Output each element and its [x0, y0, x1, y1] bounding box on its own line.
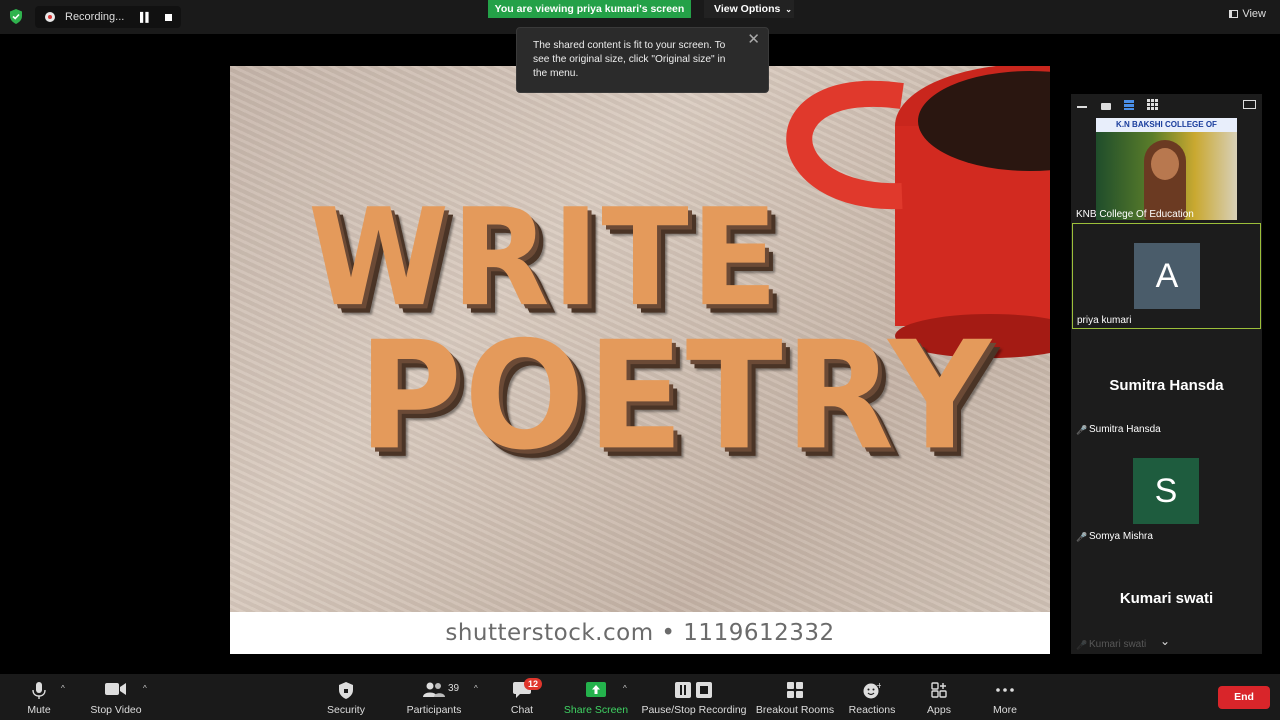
security-button[interactable]: Security: [322, 674, 370, 720]
breakout-rooms-button[interactable]: Breakout Rooms: [754, 674, 836, 720]
view-label: View: [1242, 8, 1266, 20]
chevron-down-icon: ⌄: [785, 5, 792, 14]
view-options-label: View Options: [714, 3, 781, 15]
pause-stop-recording-button[interactable]: Pause/Stop Recording: [640, 674, 748, 720]
share-options-caret-icon[interactable]: ^: [623, 684, 627, 693]
view-layout-icon: [1229, 10, 1239, 18]
pause-stop-recording-label: Pause/Stop Recording: [641, 704, 747, 716]
video-banner-text: K.N BAKSHI COLLEGE OF EDUCATION: [1096, 118, 1237, 143]
stop-video-label: Stop Video: [90, 704, 142, 716]
participant-display-name: Sumitra Hansda: [1109, 377, 1224, 394]
stop-video-button[interactable]: Stop Video: [86, 674, 146, 720]
meeting-toolbar: Mute ^ Stop Video ^ Security 39 Particip…: [0, 674, 1280, 720]
participant-name: KNB College Of Education: [1076, 209, 1194, 220]
microphone-icon: [32, 682, 46, 699]
minimize-icon[interactable]: [1077, 106, 1087, 108]
chat-unread-badge: 12: [524, 678, 543, 690]
share-screen-button[interactable]: Share Screen: [562, 674, 630, 720]
participant-tile[interactable]: K.N BAKSHI COLLEGE OF EDUCATION KNB Coll…: [1072, 116, 1261, 222]
more-label: More: [993, 704, 1017, 716]
apps-icon: [931, 682, 947, 698]
participant-display-name: Kumari swati: [1119, 590, 1214, 607]
recording-dot-icon: [45, 12, 55, 22]
participant-tile[interactable]: S 🎤 Somya Mishra: [1072, 438, 1261, 544]
video-panel: K.N BAKSHI COLLEGE OF EDUCATION KNB Coll…: [1071, 94, 1262, 654]
participant-tile[interactable]: Kumari swati 🎤 Kumari swati ⌄: [1072, 546, 1261, 652]
participants-button[interactable]: 39 Participants: [404, 674, 464, 720]
gallery-view-icon[interactable]: [1147, 99, 1158, 110]
shield-icon: [339, 682, 353, 699]
share-screen-arrow-icon: [586, 682, 606, 697]
view-options-button[interactable]: View Options ⌄: [704, 0, 794, 18]
view-button[interactable]: View: [1229, 8, 1266, 20]
mute-label: Mute: [27, 704, 51, 716]
avatar: A: [1134, 243, 1200, 309]
breakout-rooms-icon: [787, 682, 803, 698]
mute-button[interactable]: Mute: [18, 674, 60, 720]
tooltip-text: The shared content is fit to your screen…: [533, 40, 726, 79]
smiley-plus-icon: +: [863, 682, 881, 699]
more-button[interactable]: More: [988, 674, 1022, 720]
close-icon[interactable]: ✕: [747, 32, 760, 47]
apps-label: Apps: [927, 704, 951, 716]
chat-label: Chat: [510, 704, 534, 716]
muted-mic-icon: 🎤: [1076, 639, 1088, 650]
participant-tile-active-speaker[interactable]: A priya kumari: [1072, 223, 1261, 329]
pause-recording-icon[interactable]: ▌▌: [140, 12, 152, 22]
scroll-down-chevron-icon[interactable]: ⌄: [1160, 634, 1170, 648]
participant-name: Somya Mishra: [1089, 531, 1153, 542]
participants-label: Participants: [406, 704, 462, 716]
recording-indicator: Recording... ▌▌: [35, 6, 181, 28]
panel-tools: [1071, 94, 1262, 116]
apps-button[interactable]: Apps: [922, 674, 956, 720]
participants-options-caret-icon[interactable]: ^: [474, 684, 478, 693]
video-options-caret-icon[interactable]: ^: [143, 684, 147, 693]
stop-recording-icon[interactable]: [164, 13, 172, 21]
participant-name: Sumitra Hansda: [1089, 424, 1161, 435]
muted-mic-icon: 🎤: [1076, 424, 1088, 435]
poetry-text: POETRY: [358, 309, 994, 484]
muted-mic-icon: 🎤: [1076, 531, 1088, 542]
svg-text:+: +: [876, 682, 881, 690]
audio-options-caret-icon[interactable]: ^: [61, 684, 65, 693]
speaker-view-icon[interactable]: [1101, 103, 1111, 110]
share-screen-label: Share Screen: [563, 704, 629, 716]
participant-name: Kumari swati: [1089, 639, 1147, 650]
reactions-label: Reactions: [848, 704, 896, 716]
participant-video: K.N BAKSHI COLLEGE OF EDUCATION: [1096, 118, 1237, 220]
participants-count: 39: [448, 683, 460, 694]
pause-stop-icon: [675, 682, 712, 698]
shared-screen-content: WRITE POETRY shutterstock.com • 11196123…: [230, 66, 1050, 654]
strip-view-icon[interactable]: [1124, 100, 1134, 110]
participant-tile[interactable]: Sumitra Hansda 🎤 Sumitra Hansda: [1072, 331, 1261, 437]
popout-icon[interactable]: [1243, 100, 1256, 109]
fit-to-screen-tooltip: The shared content is fit to your screen…: [516, 27, 769, 93]
reactions-button[interactable]: + Reactions: [848, 674, 896, 720]
breakout-rooms-label: Breakout Rooms: [755, 704, 835, 716]
more-dots-icon: [996, 688, 1014, 692]
participants-icon: [423, 682, 445, 697]
shutterstock-watermark: shutterstock.com • 1119612332: [230, 612, 1050, 654]
participant-name: priya kumari: [1077, 315, 1132, 326]
viewing-screen-banner: You are viewing priya kumari's screen: [488, 0, 691, 18]
recording-label: Recording...: [65, 11, 125, 23]
security-label: Security: [327, 704, 365, 716]
video-camera-icon: [105, 683, 126, 695]
avatar: S: [1133, 458, 1199, 524]
security-shield-icon[interactable]: [9, 9, 23, 24]
end-meeting-button[interactable]: End: [1218, 686, 1270, 709]
